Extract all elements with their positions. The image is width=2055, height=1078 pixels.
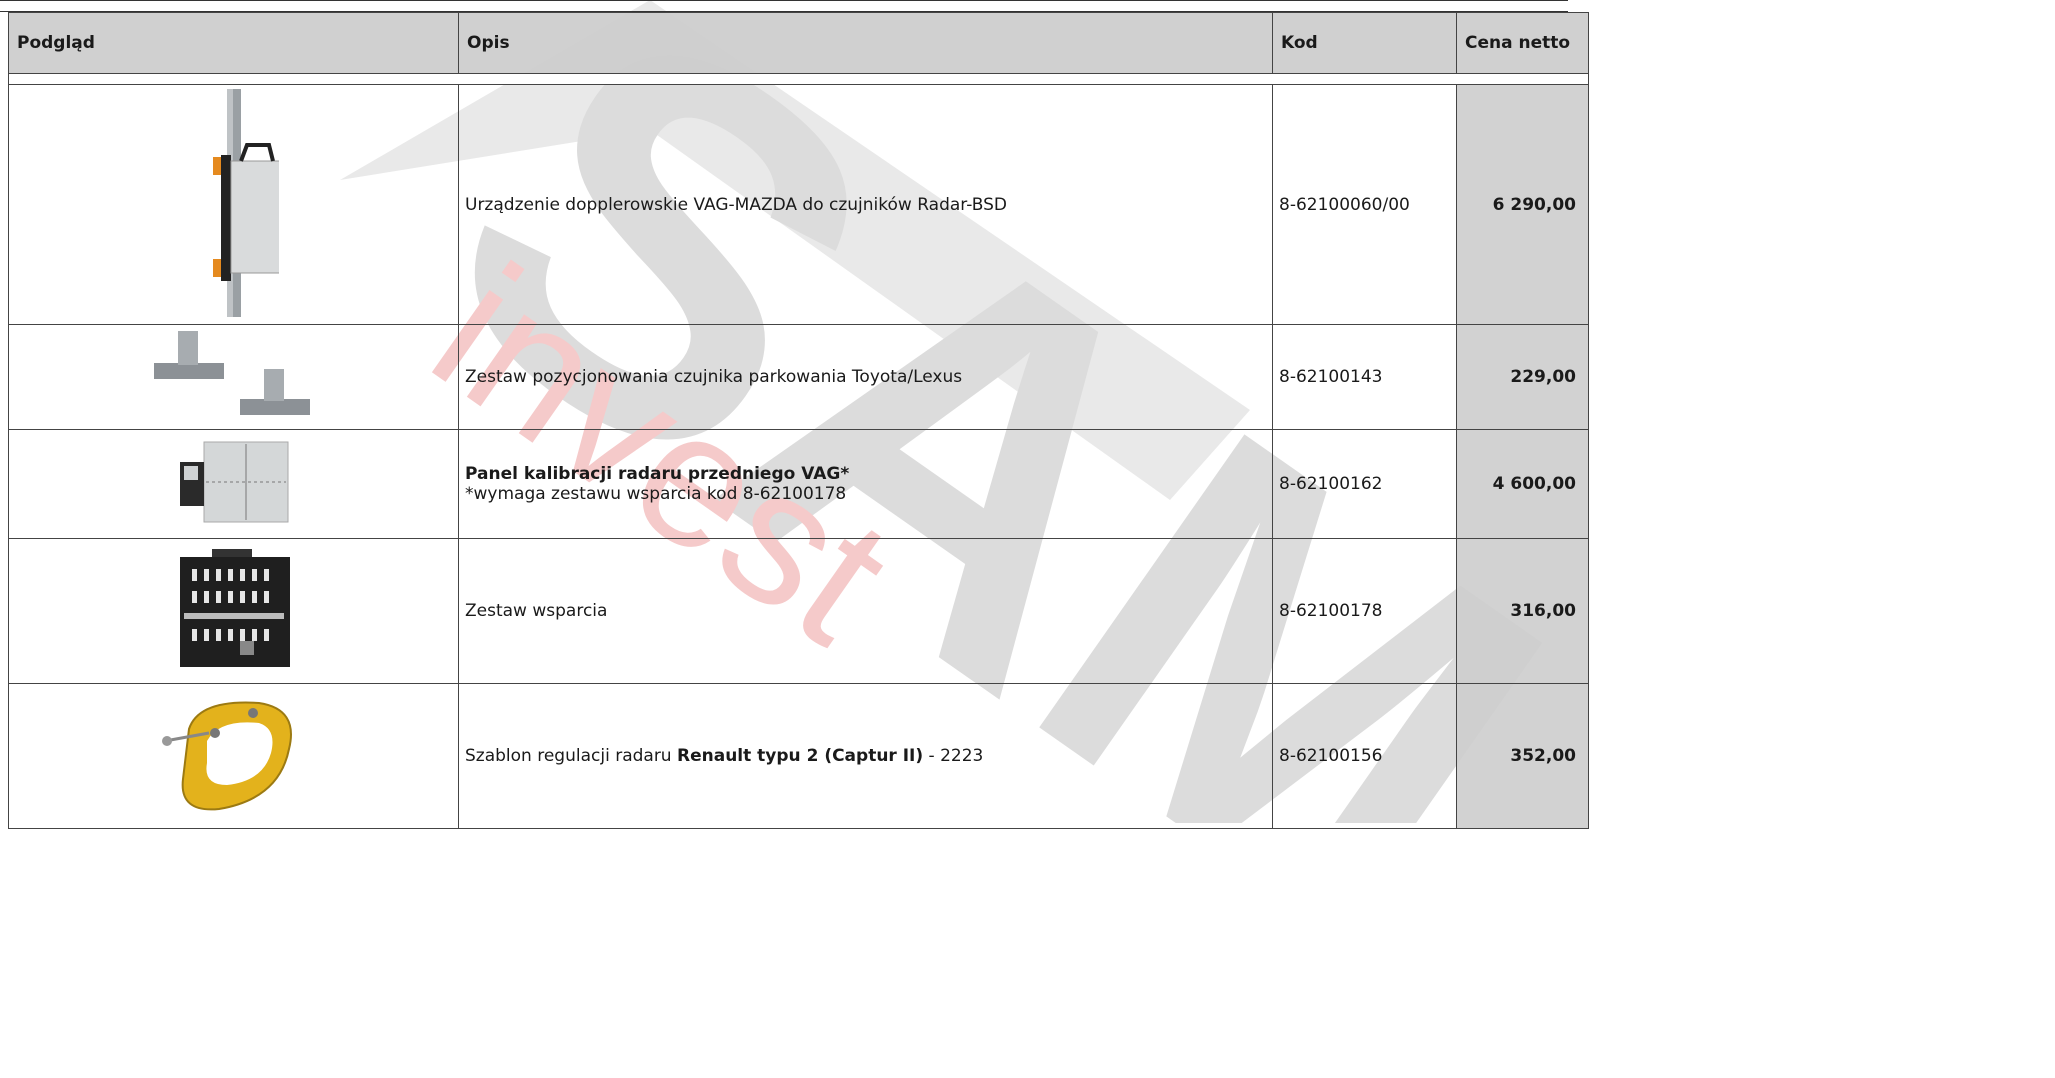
price-list-page: Podgląd Opis Kod Cena netto Urządzenie d…	[0, 0, 1589, 829]
parking-sensor-positioning-kit-icon	[153, 331, 310, 415]
price-cell: 6 290,00	[1456, 84, 1589, 325]
code-cell: 8-62100178	[1272, 538, 1457, 684]
preview-cell	[8, 84, 459, 325]
spacer-row	[8, 73, 1589, 85]
table-row: Panel kalibracji radaru przedniego VAG* …	[8, 429, 1589, 539]
description-cell: Panel kalibracji radaru przedniego VAG* …	[458, 429, 1273, 539]
header-price: Cena netto	[1456, 12, 1589, 74]
preview-cell	[8, 683, 459, 829]
header-preview: Podgląd	[8, 12, 459, 74]
description-prefix: Szablon regulacji radaru	[465, 746, 677, 766]
code-cell: 8-62100060/00	[1272, 84, 1457, 325]
description-cell: Szablon regulacji radaru Renault typu 2 …	[458, 683, 1273, 829]
description-bold: Panel kalibracji radaru przedniego VAG*	[465, 464, 850, 484]
top-rule	[0, 0, 1568, 12]
description-cell: Zestaw pozycjonowania czujnika parkowani…	[458, 324, 1273, 430]
radar-calibration-panel-icon	[179, 441, 288, 523]
table-row: Szablon regulacji radaru Renault typu 2 …	[8, 683, 1589, 829]
price-cell: 316,00	[1456, 538, 1589, 684]
preview-cell	[8, 429, 459, 539]
radar-adjustment-template-icon	[161, 701, 292, 811]
doppler-radar-device-icon	[212, 88, 279, 317]
table-row: Urządzenie dopplerowskie VAG-MAZDA do cz…	[8, 84, 1589, 325]
table-row: Zestaw pozycjonowania czujnika parkowani…	[8, 324, 1589, 430]
header-row: Podgląd Opis Kod Cena netto	[8, 12, 1589, 74]
description-note: *wymaga zestawu wsparcia kod 8-62100178	[465, 484, 847, 504]
description-cell: Zestaw wsparcia	[458, 538, 1273, 684]
code-cell: 8-62100143	[1272, 324, 1457, 430]
header-code: Kod	[1272, 12, 1457, 74]
price-cell: 229,00	[1456, 324, 1589, 430]
preview-cell	[8, 324, 459, 430]
support-kit-plate-icon	[179, 549, 290, 667]
description-cell: Urządzenie dopplerowskie VAG-MAZDA do cz…	[458, 84, 1273, 325]
table-row: Zestaw wsparcia 8-62100178 316,00	[8, 538, 1589, 684]
price-cell: 4 600,00	[1456, 429, 1589, 539]
code-cell: 8-62100162	[1272, 429, 1457, 539]
header-description: Opis	[458, 12, 1273, 74]
price-cell: 352,00	[1456, 683, 1589, 829]
price-list-table: Podgląd Opis Kod Cena netto Urządzenie d…	[8, 12, 1589, 829]
description-bold: Renault typu 2 (Captur II)	[677, 746, 924, 766]
code-cell: 8-62100156	[1272, 683, 1457, 829]
preview-cell	[8, 538, 459, 684]
description-suffix: - 2223	[923, 746, 984, 766]
